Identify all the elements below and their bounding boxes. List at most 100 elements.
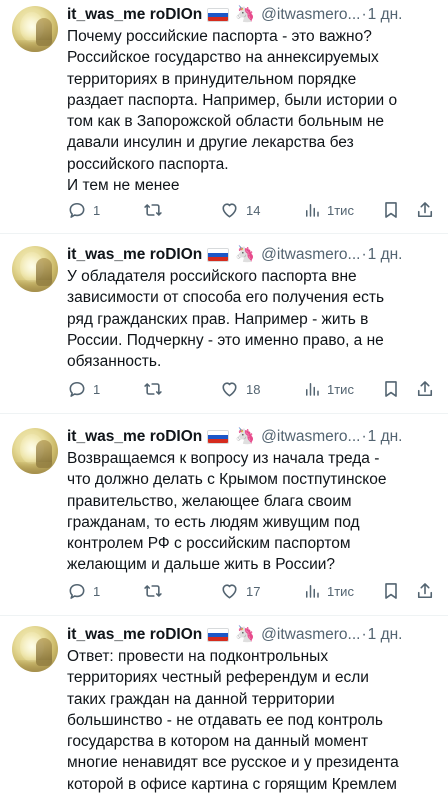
text-line: Возвращаемся к вопросу из начала треда - <box>67 450 380 467</box>
avatar[interactable] <box>12 626 58 672</box>
text-line: том как в Запорожской области больным не <box>67 113 385 131</box>
tweet[interactable]: it_was_me roDIOn 🦄 @itwasmero... · 1 дн.… <box>0 240 448 414</box>
share-upload-icon <box>417 381 433 397</box>
unicorn-icon: 🦄 <box>235 246 256 263</box>
like-count: 14 <box>246 202 261 218</box>
retweet-button[interactable] <box>142 379 170 399</box>
tweet-header: it_was_me roDIOn 🦄 @itwasmero... · 1 дн. <box>67 426 438 448</box>
like-count: 17 <box>246 583 261 599</box>
heart-icon <box>222 584 237 599</box>
text-line: территориях честный референдум и если <box>67 669 369 687</box>
text-line: государства в котором на данный момент <box>67 733 369 751</box>
tweet-body: it_was_me roDIOn 🦄 @itwasmero... · 1 дн.… <box>67 4 438 196</box>
separator-dot: · <box>361 6 367 23</box>
text-line: многие ненавидят все русское и у президе… <box>67 754 399 772</box>
views-count: 1тис <box>327 381 354 397</box>
retweet-arrows-icon <box>144 204 162 216</box>
bar-chart-icon <box>306 585 319 598</box>
timestamp[interactable]: 1 дн. <box>368 426 403 448</box>
avatar[interactable] <box>12 6 58 52</box>
text-line: давали инсулин и другие лекарства без <box>67 134 354 152</box>
views-count: 1тис <box>327 202 354 218</box>
reply-button[interactable]: 1 <box>67 581 100 601</box>
heart-icon <box>222 382 237 397</box>
text-line: правительство, желающее блага своим <box>67 492 352 510</box>
text-line: что должно делать с Крымом постпутинское <box>67 471 387 489</box>
tweet[interactable]: it_was_me roDIOn 🦄 @itwasmero... · 1 дн.… <box>0 422 448 616</box>
text-line: Ответ: провести на подконтрольных <box>67 648 329 665</box>
text-line: территориях в принудительном порядке <box>67 70 357 88</box>
bar-chart-icon <box>306 204 319 217</box>
avatar[interactable] <box>12 428 58 474</box>
author-name[interactable]: it_was_me roDIOn <box>67 244 202 266</box>
share-button[interactable] <box>415 581 435 601</box>
unicorn-icon: 🦄 <box>235 626 256 643</box>
tweet-body: it_was_me roDIOn 🦄 @itwasmero... · 1 дн.… <box>67 426 438 576</box>
timestamp[interactable]: 1 дн. <box>368 244 403 266</box>
author-handle[interactable]: @itwasmero... <box>261 624 360 646</box>
tweet-header: it_was_me roDIOn 🦄 @itwasmero... · 1 дн. <box>67 624 438 646</box>
like-button[interactable]: 18 <box>219 379 260 399</box>
like-button[interactable]: 17 <box>219 581 260 601</box>
thread-feed: it_was_me roDIOn 🦄 @itwasmero... · 1 дн.… <box>0 0 448 800</box>
like-button[interactable]: 14 <box>219 200 260 220</box>
separator-dot: · <box>361 428 367 445</box>
retweet-button[interactable] <box>142 581 170 601</box>
text-line: ряд гражданских прав. Например - жить в <box>67 310 369 328</box>
russia-flag-icon <box>207 248 230 262</box>
avatar[interactable] <box>12 246 58 292</box>
share-upload-icon <box>417 583 433 599</box>
action-bar: 1 14 1тис <box>67 198 437 222</box>
share-button[interactable] <box>415 200 435 220</box>
author-handle[interactable]: @itwasmero... <box>261 426 360 448</box>
text-line: российского паспорта. <box>67 155 229 173</box>
russia-flag-icon <box>207 430 230 444</box>
like-count: 18 <box>246 381 261 397</box>
reply-count: 1 <box>93 202 101 218</box>
reply-button[interactable]: 1 <box>67 379 100 399</box>
text-line: раздает паспорта. Например, были истории… <box>67 91 398 109</box>
unicorn-icon: 🦄 <box>235 428 256 445</box>
tweet[interactable]: it_was_me roDIOn 🦄 @itwasmero... · 1 дн.… <box>0 0 448 234</box>
views-button[interactable]: 1тис <box>303 200 354 220</box>
tweet[interactable]: it_was_me roDIOn 🦄 @itwasmero... · 1 дн.… <box>0 620 448 800</box>
bookmark-button[interactable] <box>381 200 401 220</box>
text-line: которой в офисе картина с горящим Кремле… <box>67 775 397 793</box>
text-line: желающим и дальше жить в России? <box>67 556 336 574</box>
russia-flag-icon <box>207 628 230 642</box>
reply-button[interactable]: 1 <box>67 200 100 220</box>
author-name[interactable]: it_was_me roDIOn <box>67 624 202 646</box>
tweet-body: it_was_me roDIOn 🦄 @itwasmero... · 1 дн.… <box>67 624 438 795</box>
bookmark-icon <box>385 381 397 397</box>
timestamp[interactable]: 1 дн. <box>368 4 403 26</box>
retweet-arrows-icon <box>144 383 162 395</box>
reply-count: 1 <box>93 583 101 599</box>
text-line: зависимости от способа его получения ест… <box>67 289 385 307</box>
author-handle[interactable]: @itwasmero... <box>261 4 360 26</box>
author-name[interactable]: it_was_me roDIOn <box>67 4 202 26</box>
author-handle[interactable]: @itwasmero... <box>261 244 360 266</box>
tweet-text: Ответ: провести на подконтрольных террит… <box>67 646 438 795</box>
tweet-header: it_was_me roDIOn 🦄 @itwasmero... · 1 дн. <box>67 244 438 266</box>
timestamp[interactable]: 1 дн. <box>368 624 403 646</box>
bar-chart-icon <box>306 383 319 396</box>
separator-dot: · <box>361 246 367 263</box>
bookmark-button[interactable] <box>381 379 401 399</box>
share-button[interactable] <box>415 379 435 399</box>
bookmark-button[interactable] <box>381 581 401 601</box>
author-name[interactable]: it_was_me roDIOn <box>67 426 202 448</box>
tweet-text: У обладателя российского паспорта вне за… <box>67 266 438 372</box>
views-button[interactable]: 1тис <box>303 581 354 601</box>
text-line: большинство - не отдавать ее под контрол… <box>67 711 383 729</box>
russia-flag-icon <box>207 8 230 22</box>
speech-bubble-icon <box>69 202 85 218</box>
text-line: И тем не менее <box>67 177 180 195</box>
text-line: У обладателя российского паспорта вне <box>67 268 357 285</box>
speech-bubble-icon <box>69 381 85 397</box>
retweet-button[interactable] <box>142 200 170 220</box>
retweet-arrows-icon <box>144 585 162 597</box>
views-button[interactable]: 1тис <box>303 379 354 399</box>
text-line: обязанность. <box>67 353 162 371</box>
text-line: контролем РФ с российским паспортом <box>67 535 351 553</box>
text-line: гражданам, то есть людям живущим под <box>67 513 360 531</box>
